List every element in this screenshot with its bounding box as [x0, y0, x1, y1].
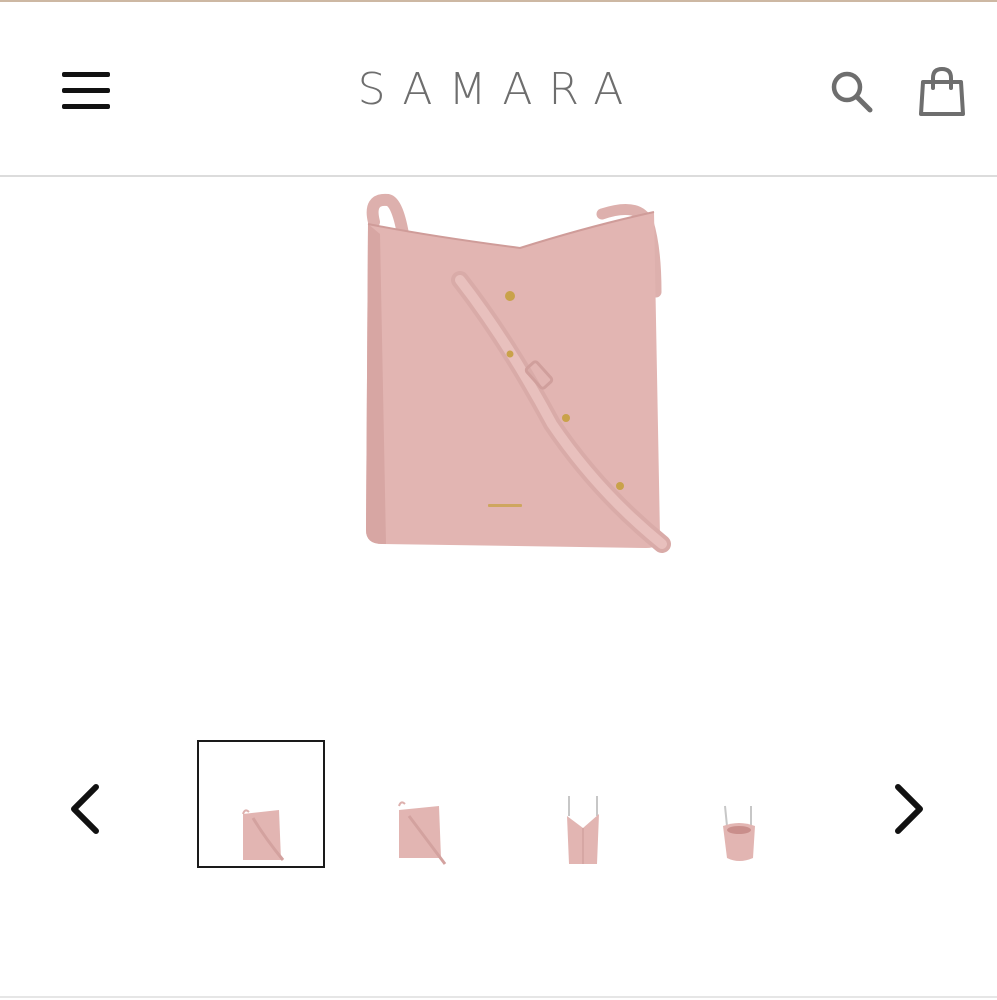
gallery-prev-button[interactable]: [62, 779, 110, 839]
product-main-image: [340, 192, 680, 562]
gallery-next-button[interactable]: [884, 779, 932, 839]
chevron-right-icon: [895, 784, 923, 834]
thumbnail-side[interactable]: [517, 740, 645, 868]
thumbnail-front[interactable]: [197, 740, 325, 868]
thumbnail-top-open[interactable]: [677, 740, 805, 868]
bag-strap-thumbnail: [398, 801, 447, 865]
product-gallery: [0, 735, 997, 875]
bag-illustration: [366, 193, 671, 553]
chevron-left-icon: [71, 784, 99, 834]
shopping-bag-icon: [919, 66, 965, 116]
hamburger-menu-icon: [62, 72, 110, 109]
brand-logo[interactable]: SAMARA: [320, 64, 677, 116]
thumbnail-front-strap[interactable]: [357, 740, 485, 868]
bag-side-thumbnail: [567, 796, 599, 864]
menu-button[interactable]: [58, 68, 114, 116]
cart-button[interactable]: [916, 66, 968, 118]
search-icon: [831, 71, 873, 113]
site-header: SAMARA: [0, 2, 997, 177]
bag-top-thumbnail: [723, 805, 755, 861]
search-button[interactable]: [828, 68, 876, 116]
bottom-divider: [0, 996, 997, 998]
bag-front-thumbnail: [242, 809, 285, 861]
